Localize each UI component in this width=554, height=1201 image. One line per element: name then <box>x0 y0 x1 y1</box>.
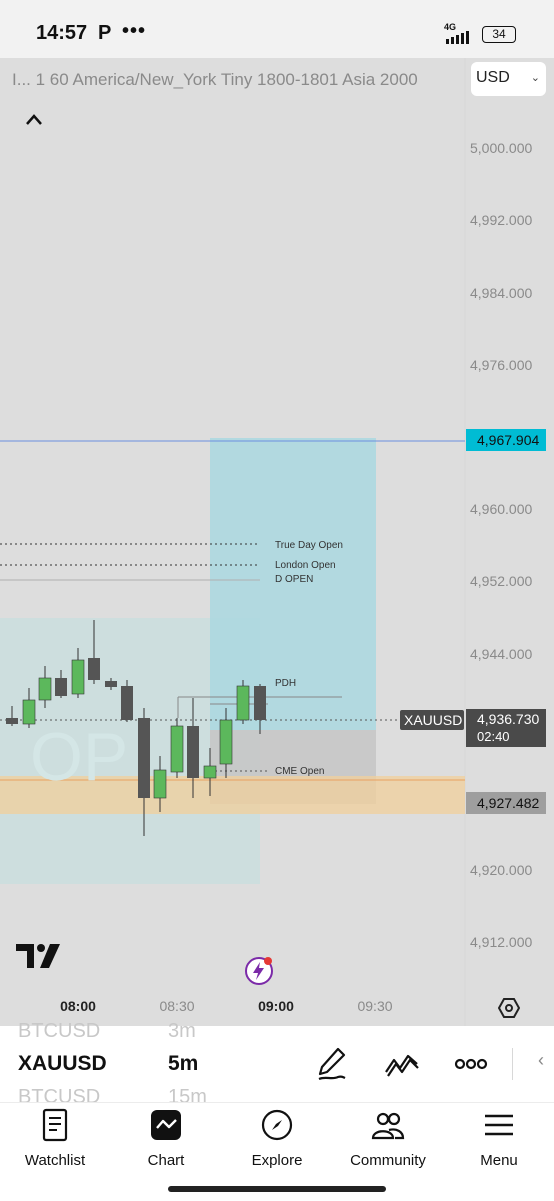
price-tick: 4,944.000 <box>470 646 533 662</box>
signal-icon <box>446 31 469 44</box>
zone-watermark: OP <box>30 719 128 795</box>
time-tick: 08:30 <box>159 998 195 1014</box>
price-tick: 4,960.000 <box>470 501 533 517</box>
price-tick: 4,976.000 <box>470 357 533 373</box>
community-icon <box>371 1112 405 1140</box>
watchlist-icon <box>42 1108 68 1142</box>
chevron-up-icon[interactable] <box>24 110 44 130</box>
countdown-text: 02:40 <box>477 729 510 744</box>
nav-label: Chart <box>147 1152 185 1169</box>
price-tick: 4,952.000 <box>470 573 533 589</box>
price-tick: 5,000.000 <box>470 140 533 156</box>
nav-chart[interactable]: Chart <box>111 1108 221 1178</box>
nav-label: Watchlist <box>24 1152 86 1169</box>
true-day-open-label: True Day Open <box>275 540 343 551</box>
symbol-tag-text: XAUUSD <box>404 712 462 728</box>
status-time: 14:57 <box>36 22 88 44</box>
home-indicator[interactable] <box>168 1186 386 1192</box>
nav-label: Menu <box>480 1152 518 1169</box>
drawing-pen-icon[interactable] <box>316 1046 348 1082</box>
price-chart[interactable]: OP True Day Open London Open D OPEN PDH … <box>0 58 554 1026</box>
battery-indicator: 34 <box>482 26 516 43</box>
time-tick: 09:00 <box>258 998 294 1014</box>
nav-community[interactable]: Community <box>333 1108 443 1178</box>
pdh-label: PDH <box>275 678 296 689</box>
d-open-label: D OPEN <box>275 574 313 585</box>
indicator-legend[interactable]: I... 1 60 America/New_York Tiny 1800-180… <box>12 70 462 90</box>
nav-watchlist[interactable]: Watchlist <box>0 1108 110 1178</box>
lightning-alert-icon[interactable] <box>244 956 274 986</box>
price-tick: 4,992.000 <box>470 212 533 228</box>
current-symbol[interactable]: XAUUSD <box>18 1052 107 1076</box>
last-price-text: 4,936.730 <box>477 711 539 727</box>
chart-settings-icon[interactable] <box>498 997 520 1019</box>
compass-icon <box>261 1109 293 1141</box>
level-price-tag-2-text: 4,927.482 <box>477 795 539 811</box>
price-tick: 4,912.000 <box>470 934 533 950</box>
pattern-drawing-icon[interactable] <box>384 1050 420 1078</box>
panel-divider <box>512 1048 513 1080</box>
menu-icon <box>485 1114 513 1136</box>
nav-explore[interactable]: Explore <box>222 1108 332 1178</box>
chevron-down-icon: ⌄ <box>530 72 540 84</box>
level-price-tag-text: 4,967.904 <box>477 432 539 448</box>
tradingview-logo-icon <box>16 944 60 968</box>
chart-icon <box>151 1110 181 1140</box>
more-notifications-icon: ••• <box>122 20 147 42</box>
parking-app-icon: P <box>98 22 112 44</box>
timeframe-option[interactable]: 3m <box>168 1020 196 1043</box>
current-timeframe[interactable]: 5m <box>168 1052 198 1076</box>
currency-value: USD <box>476 69 510 86</box>
cme-open-label: CME Open <box>275 766 324 777</box>
price-tick: 4,920.000 <box>470 862 533 878</box>
london-open-label: London Open <box>275 560 336 571</box>
time-tick: 08:00 <box>60 998 96 1014</box>
panel-collapse-icon[interactable]: ‹ <box>538 1050 544 1071</box>
time-tick: 09:30 <box>357 998 393 1014</box>
more-options-icon[interactable] <box>454 1054 488 1074</box>
price-tick: 4,984.000 <box>470 285 533 301</box>
nav-label: Explore <box>251 1152 303 1169</box>
nav-label: Community <box>350 1152 426 1169</box>
currency-select[interactable]: USD ⌄ <box>471 62 546 96</box>
nav-menu[interactable]: Menu <box>444 1108 554 1178</box>
symbol-option[interactable]: BTCUSD <box>18 1020 100 1043</box>
